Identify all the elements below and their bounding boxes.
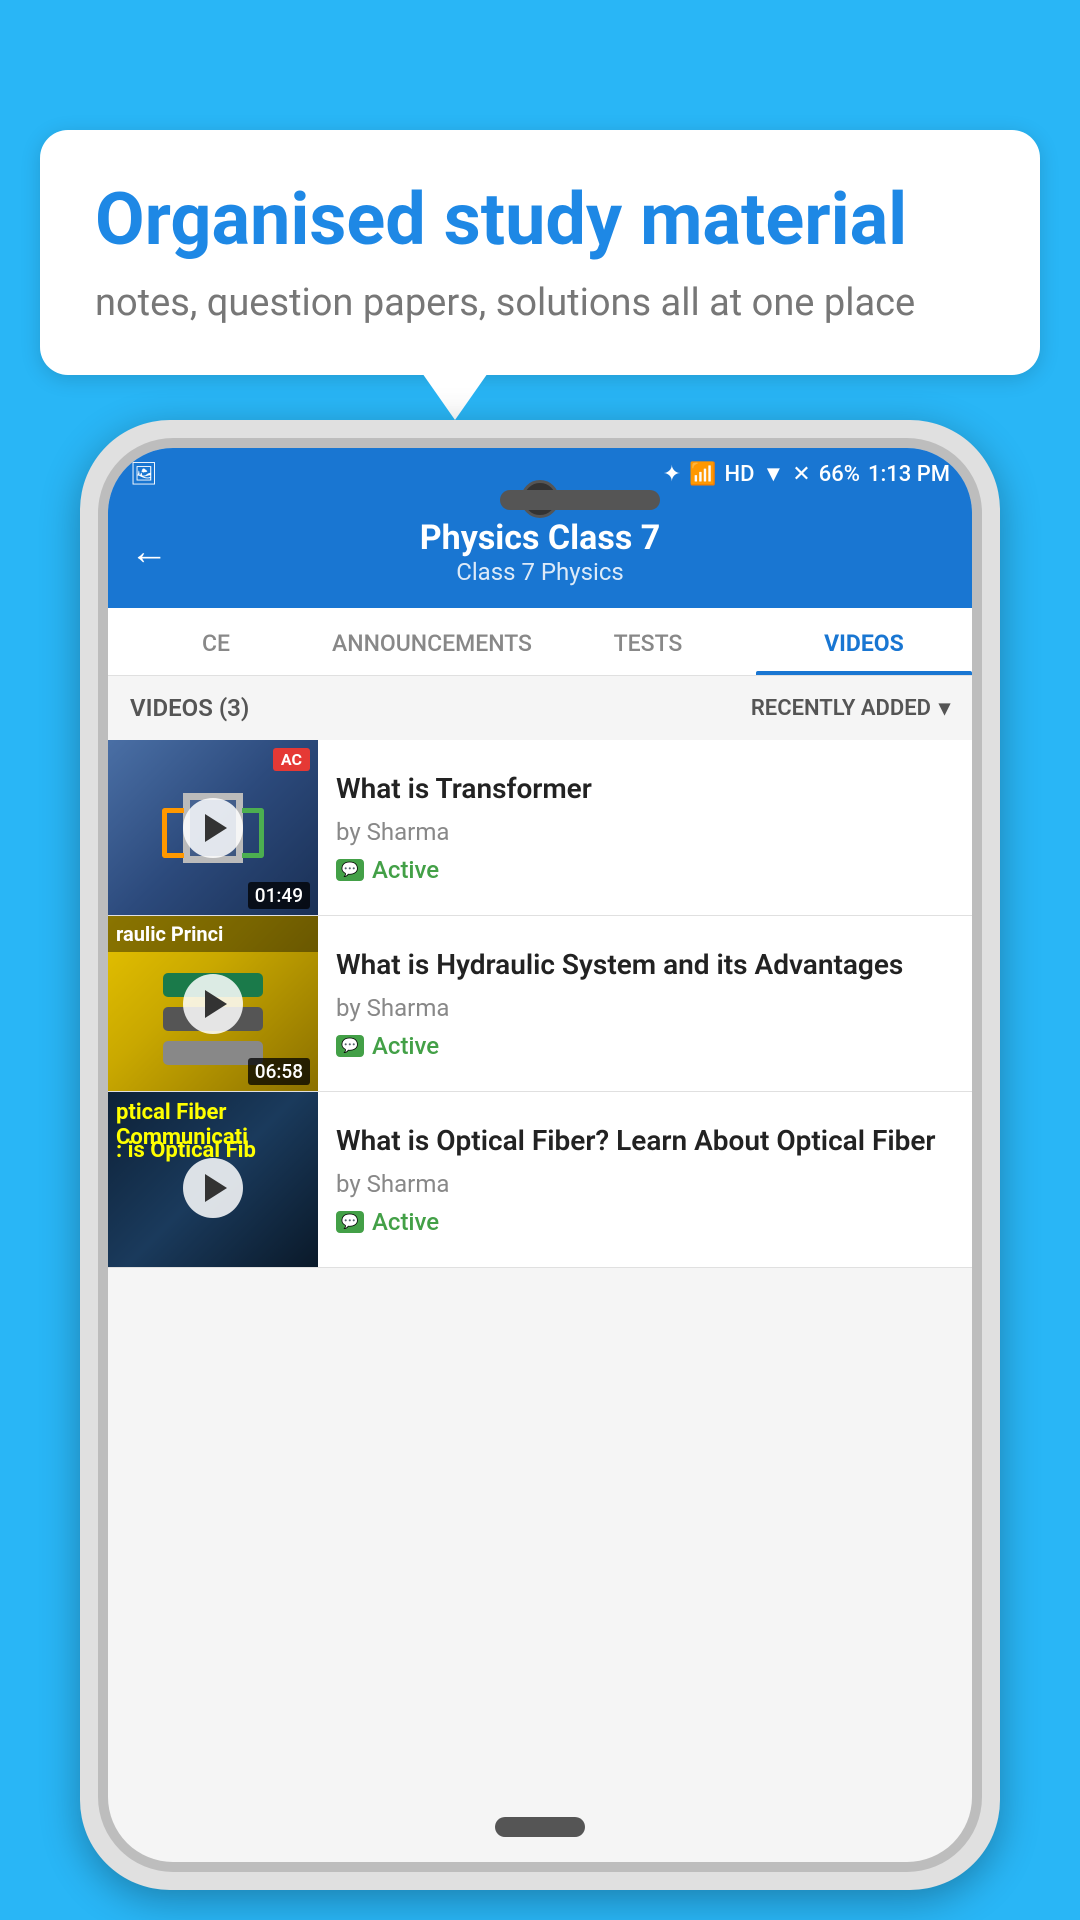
video-status: 💬 Active (336, 856, 954, 884)
video-info: What is Transformer by Sharma 💬 Active (318, 740, 972, 915)
video-status: 💬 Active (336, 1208, 954, 1236)
status-left: 🖼 (130, 462, 158, 487)
video-status: 💬 Active (336, 1032, 954, 1060)
video-author: by Sharma (336, 818, 954, 846)
back-button[interactable]: ← (130, 530, 168, 574)
video-duration: 01:49 (248, 882, 310, 909)
play-button[interactable] (183, 974, 243, 1034)
network-icon: ✕ (792, 462, 810, 487)
video-item[interactable]: raulic Princi (108, 916, 972, 1092)
play-icon (205, 814, 227, 842)
video-badge: AC (273, 748, 310, 771)
sort-button[interactable]: RECENTLY ADDED ▾ (751, 696, 950, 721)
background: Organised study material notes, question… (0, 0, 1080, 1920)
speech-bubble: Organised study material notes, question… (40, 130, 1040, 375)
battery-label: 66% (819, 462, 860, 487)
tabs-bar: CE ANNOUNCEMENTS TESTS VIDEOS (108, 608, 972, 676)
status-label: Active (372, 1032, 439, 1060)
videos-count: VIDEOS (3) (130, 694, 249, 722)
video-list: AC 01:49 What is Transformer by Sharma (108, 740, 972, 1268)
tab-ce[interactable]: CE (108, 608, 324, 675)
video-title: What is Hydraulic System and its Advanta… (336, 947, 954, 983)
tab-tests[interactable]: TESTS (540, 608, 756, 675)
video-thumbnail: ptical Fiber Communicati : is Optical Fi… (108, 1092, 318, 1267)
video-thumbnail: raulic Princi (108, 916, 318, 1091)
chat-icon: 💬 (336, 1211, 364, 1233)
header-title: Physics Class 7 (188, 518, 892, 558)
phone-home (495, 1817, 585, 1837)
hd-badge: HD (725, 462, 755, 487)
phone-mockup: 🖼 ✦ 📶 HD ▼ ✕ 66% 1:13 PM (80, 420, 1000, 1890)
tab-announcements[interactable]: ANNOUNCEMENTS (324, 608, 540, 675)
bubble-subtitle: notes, question papers, solutions all at… (95, 281, 985, 325)
chevron-down-icon: ▾ (939, 696, 950, 721)
header-text: Physics Class 7 Class 7 Physics (188, 518, 892, 586)
time-label: 1:13 PM (868, 462, 950, 487)
signal-icon: 📶 (689, 462, 716, 487)
video-title: What is Transformer (336, 771, 954, 807)
video-author: by Sharma (336, 1170, 954, 1198)
tab-videos[interactable]: VIDEOS (756, 608, 972, 675)
bubble-title: Organised study material (95, 180, 985, 259)
video-title: What is Optical Fiber? Learn About Optic… (336, 1123, 954, 1159)
video-item[interactable]: ptical Fiber Communicati : is Optical Fi… (108, 1092, 972, 1268)
play-button[interactable] (183, 1158, 243, 1218)
wifi-icon: ▼ (763, 461, 785, 487)
video-duration: 06:58 (248, 1058, 310, 1085)
status-label: Active (372, 1208, 439, 1236)
video-info: What is Optical Fiber? Learn About Optic… (318, 1092, 972, 1267)
videos-header: VIDEOS (3) RECENTLY ADDED ▾ (108, 676, 972, 740)
sort-label: RECENTLY ADDED (751, 696, 931, 721)
chat-icon: 💬 (336, 859, 364, 881)
play-icon (205, 1174, 227, 1202)
video-author: by Sharma (336, 994, 954, 1022)
video-thumbnail: AC 01:49 (108, 740, 318, 915)
status-label: Active (372, 856, 439, 884)
phone-screen: 🖼 ✦ 📶 HD ▼ ✕ 66% 1:13 PM (108, 448, 972, 1862)
video-item[interactable]: AC 01:49 What is Transformer by Sharma (108, 740, 972, 916)
chat-icon: 💬 (336, 1035, 364, 1057)
video-info: What is Hydraulic System and its Advanta… (318, 916, 972, 1091)
bluetooth-icon: ✦ (663, 462, 681, 487)
play-button[interactable] (183, 798, 243, 858)
thumb-label: raulic Princi (108, 916, 318, 952)
header-breadcrumb: Class 7 Physics (188, 558, 892, 586)
status-right: ✦ 📶 HD ▼ ✕ 66% 1:13 PM (663, 461, 950, 487)
play-icon (205, 990, 227, 1018)
phone-speaker (500, 490, 660, 510)
photo-icon: 🖼 (130, 462, 158, 487)
